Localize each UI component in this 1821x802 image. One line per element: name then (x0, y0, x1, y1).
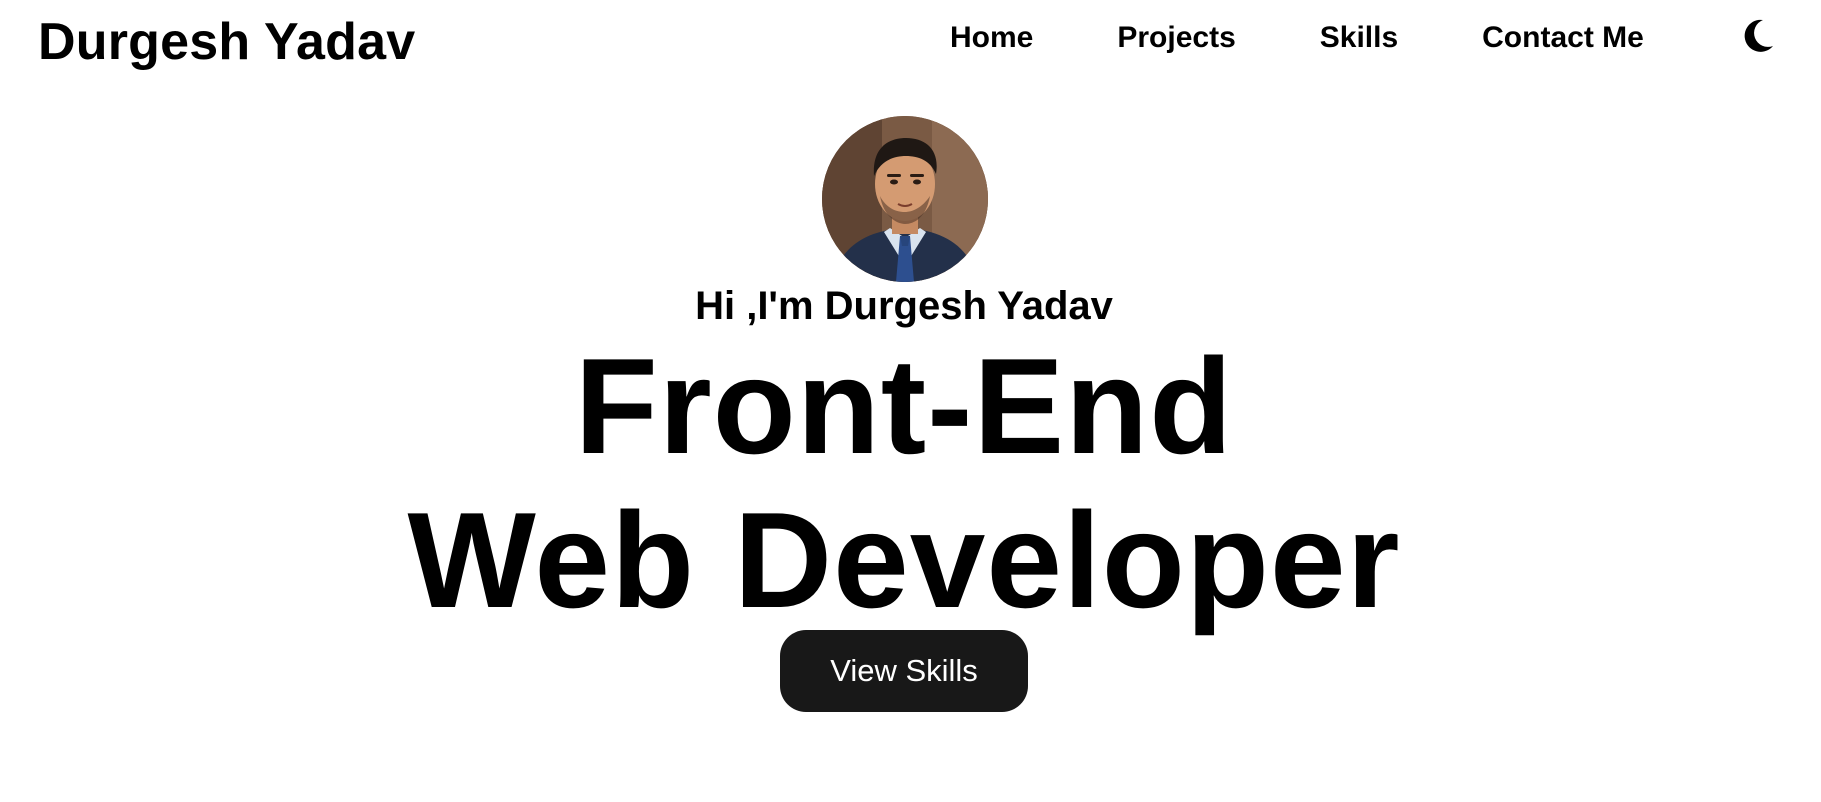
site-header: Durgesh Yadav Home Projects Skills Conta… (0, 0, 1821, 84)
theme-toggle-button[interactable] (1738, 18, 1778, 58)
hero-section: Hi ,I'm Durgesh Yadav Front-End Web Deve… (0, 84, 1821, 802)
profile-avatar (822, 116, 988, 282)
main-nav: Home Projects Skills Contact Me (950, 18, 1644, 58)
nav-link-contact[interactable]: Contact Me (1482, 20, 1644, 56)
nav-link-skills[interactable]: Skills (1320, 20, 1398, 56)
view-skills-button[interactable]: View Skills (780, 630, 1028, 712)
hero-headline-line2: Web Developer (407, 484, 1401, 636)
profile-photo-icon (822, 116, 988, 282)
hero-headline-line1: Front-End (574, 330, 1234, 482)
nav-link-projects[interactable]: Projects (1117, 20, 1235, 56)
brand-name[interactable]: Durgesh Yadav (38, 12, 415, 72)
hero-greeting: Hi ,I'm Durgesh Yadav (695, 284, 1113, 328)
nav-link-home[interactable]: Home (950, 20, 1033, 56)
moon-icon (1741, 18, 1775, 59)
